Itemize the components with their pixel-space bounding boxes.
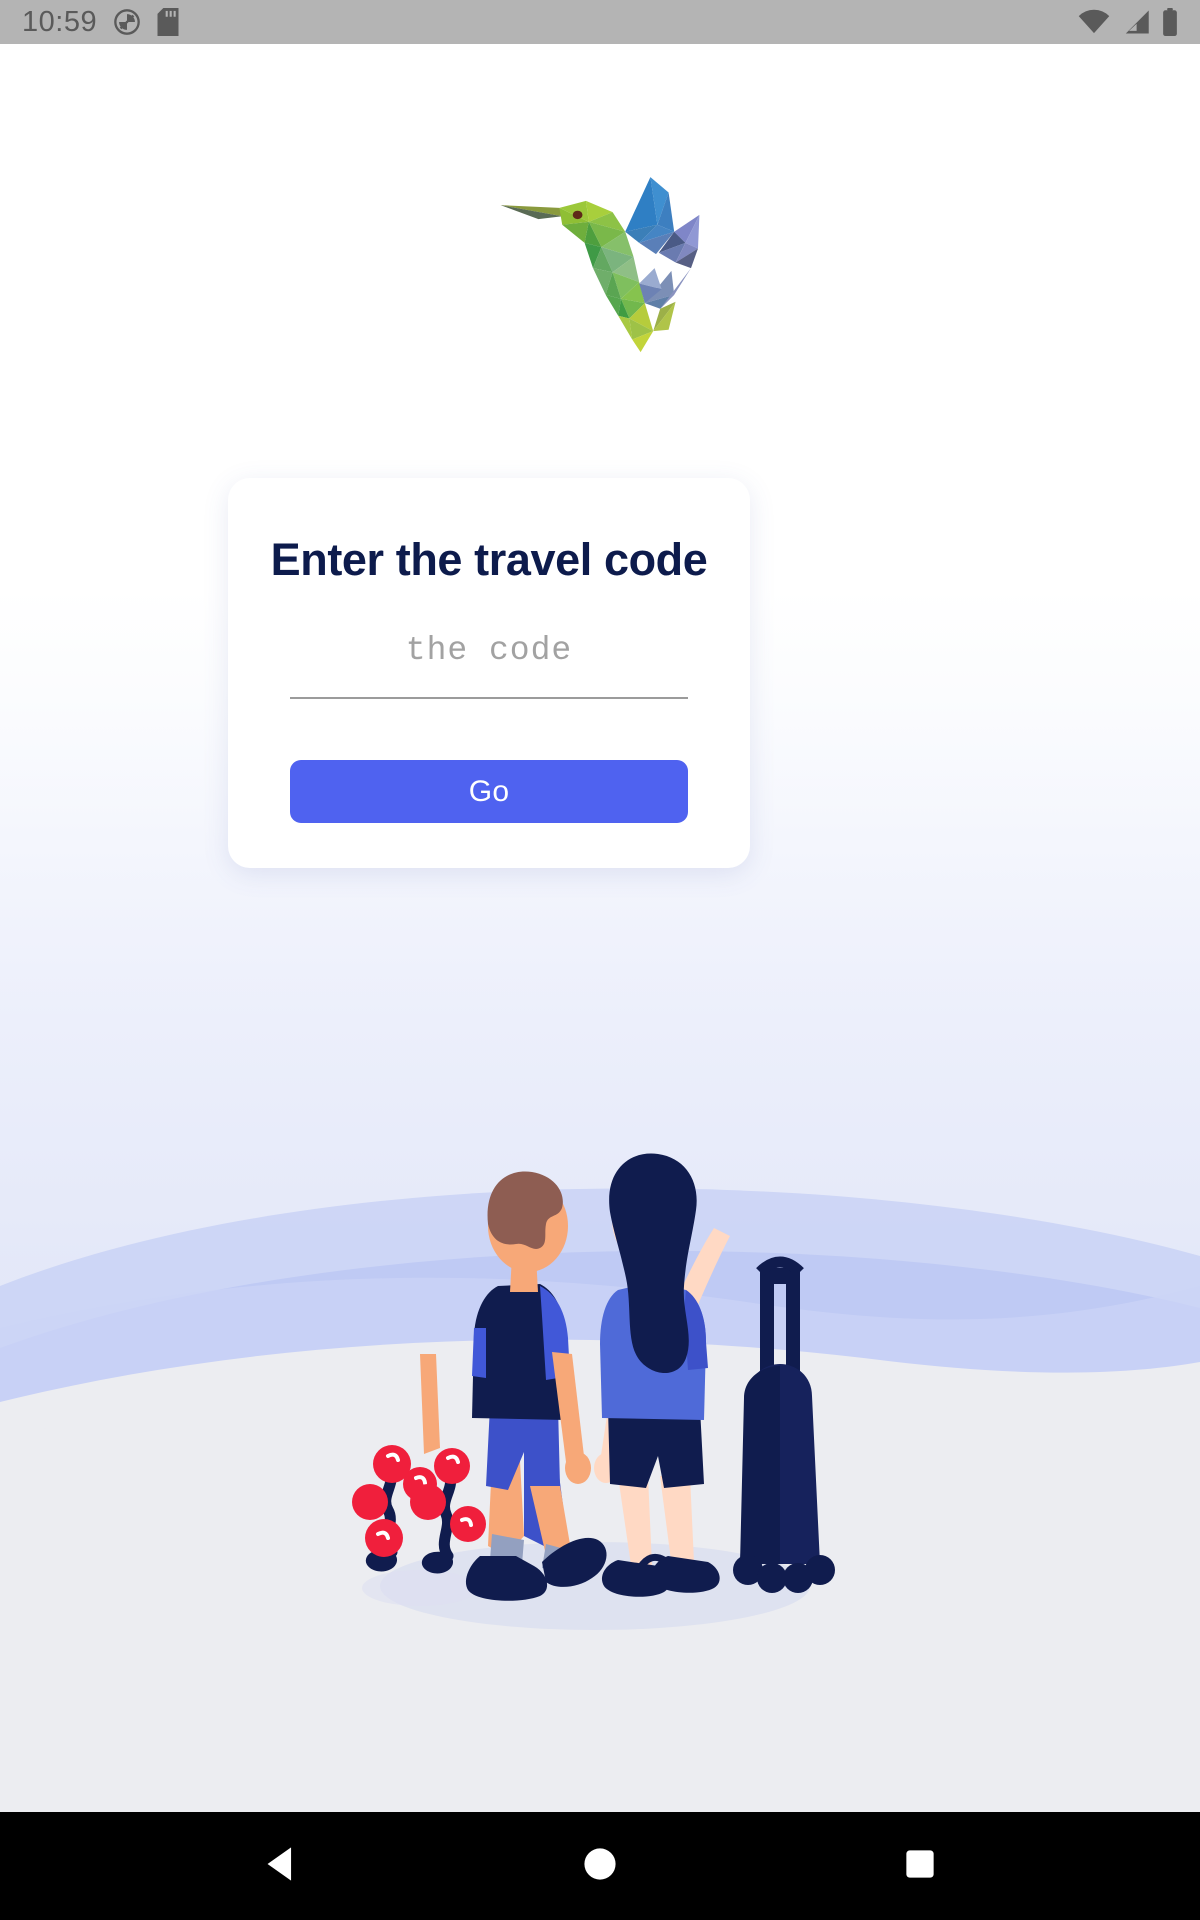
logo-container xyxy=(0,164,1200,354)
status-bar-clock: 10:59 xyxy=(22,5,98,38)
code-field-zone xyxy=(290,632,688,699)
woman-pointing xyxy=(594,1153,730,1597)
recents-button[interactable] xyxy=(885,1831,955,1901)
home-button[interactable] xyxy=(565,1831,635,1901)
page-title: Enter the travel code xyxy=(270,534,708,585)
back-button[interactable] xyxy=(245,1831,315,1901)
triangle-back-icon xyxy=(263,1846,297,1887)
app-screen: Enter the travel code Go xyxy=(0,44,1200,1856)
status-bar-left: 10:59 xyxy=(22,5,179,38)
wifi-icon xyxy=(1078,9,1110,35)
square-recents-icon xyxy=(905,1849,935,1884)
rolling-suitcase xyxy=(733,1256,835,1593)
travel-code-input[interactable] xyxy=(290,632,688,699)
status-bar-right xyxy=(1078,8,1178,36)
do-not-disturb-icon xyxy=(113,8,141,36)
android-navigation-bar xyxy=(0,1812,1200,1920)
travel-code-card: Enter the travel code Go xyxy=(228,478,750,868)
battery-icon xyxy=(1162,8,1178,36)
status-bar: 10:59 xyxy=(0,0,1200,44)
cellular-signal-icon xyxy=(1122,9,1150,35)
circle-home-icon xyxy=(583,1847,617,1886)
travel-illustration xyxy=(352,1153,835,1630)
sd-card-icon xyxy=(157,8,179,36)
go-button[interactable]: Go xyxy=(290,760,688,823)
hummingbird-logo xyxy=(500,177,700,353)
